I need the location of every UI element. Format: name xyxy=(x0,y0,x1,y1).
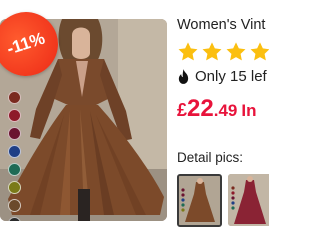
color-swatch[interactable] xyxy=(8,145,21,158)
detail-pics-label: Detail pics: xyxy=(177,150,244,165)
price-decimal: .49 xyxy=(213,101,238,120)
price-currency: £ xyxy=(177,100,188,120)
color-swatch[interactable] xyxy=(8,217,21,221)
star-icon xyxy=(250,42,269,61)
detail-thumbnail[interactable] xyxy=(228,174,269,226)
color-swatch[interactable] xyxy=(8,91,21,104)
star-icon xyxy=(226,42,246,61)
rating-stars xyxy=(177,41,269,63)
discount-badge-text: -11% xyxy=(4,28,48,59)
thumbnail-image xyxy=(228,174,269,226)
color-swatch[interactable] xyxy=(8,163,21,176)
price: £22.49 In xyxy=(177,95,256,123)
color-swatch-list xyxy=(8,91,22,221)
detail-thumbnail[interactable] xyxy=(177,174,222,227)
fire-icon xyxy=(178,69,189,84)
stock-text: Only 15 lef xyxy=(195,68,267,85)
thumbnail-image xyxy=(179,176,220,225)
price-suffix: In xyxy=(241,101,257,120)
color-swatch[interactable] xyxy=(8,109,21,122)
star-icon xyxy=(178,42,198,61)
product-card: -11% Women's Vint Only 15 lef £22.49 In D… xyxy=(0,0,269,240)
color-swatch[interactable] xyxy=(8,199,21,212)
color-swatch[interactable] xyxy=(8,181,21,194)
star-icon xyxy=(202,42,222,61)
product-title[interactable]: Women's Vint xyxy=(177,17,265,33)
price-integer: 22 xyxy=(187,95,214,122)
color-swatch[interactable] xyxy=(8,127,21,140)
stock-indicator: Only 15 lef xyxy=(177,68,267,85)
